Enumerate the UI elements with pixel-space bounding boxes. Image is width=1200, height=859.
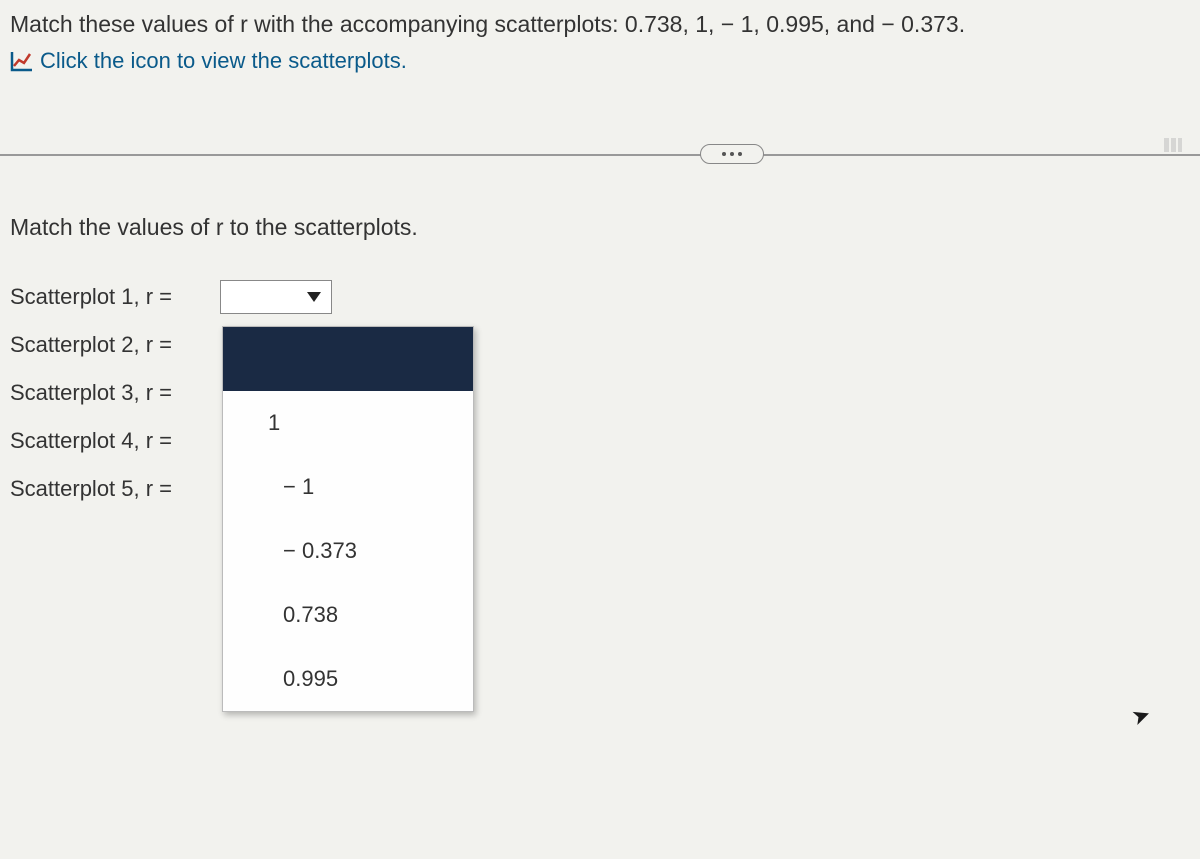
dropdown-option-neg1[interactable]: − 1 [223, 455, 473, 519]
scatterplot-row-5: Scatterplot 5, r = [10, 465, 1200, 513]
expand-pill[interactable] [700, 144, 764, 164]
dropdown-option-0995[interactable]: 0.995 [223, 647, 473, 711]
scatterplot-row-4: Scatterplot 4, r = [10, 417, 1200, 465]
scatterplot-row-1: Scatterplot 1, r = [10, 273, 1200, 321]
dropdown-option-0738[interactable]: 0.738 [223, 583, 473, 647]
dropdown-option-1[interactable]: 1 [223, 391, 473, 455]
scatterplot-icon[interactable] [10, 50, 34, 72]
scatterplot-1-label: Scatterplot 1, r = [10, 284, 220, 310]
dropdown-option-neg0373[interactable]: − 0.373 [223, 519, 473, 583]
scatterplot-5-label: Scatterplot 5, r = [10, 476, 220, 502]
scatterplot-row-3: Scatterplot 3, r = [10, 369, 1200, 417]
scatterplot-3-label: Scatterplot 3, r = [10, 380, 220, 406]
view-scatterplots-link[interactable]: Click the icon to view the scatterplots. [40, 48, 407, 74]
dropdown-option-blank[interactable] [223, 327, 473, 391]
scatterplot-4-label: Scatterplot 4, r = [10, 428, 220, 454]
section-divider [0, 154, 1200, 156]
scatterplot-1-select[interactable] [220, 280, 332, 314]
cursor-icon: ➤ [1128, 701, 1154, 732]
answers-section: Scatterplot 1, r = Scatterplot 2, r = Sc… [10, 273, 1200, 513]
scatterplot-2-label: Scatterplot 2, r = [10, 332, 220, 358]
toolbar-icon[interactable] [1164, 138, 1182, 152]
question-text: Match these values of r with the accompa… [10, 8, 1190, 40]
instruction-text: Match the values of r to the scatterplot… [10, 214, 1200, 241]
r-value-dropdown[interactable]: 1 − 1 − 0.373 0.738 0.995 [222, 326, 474, 712]
scatterplot-row-2: Scatterplot 2, r = [10, 321, 1200, 369]
chevron-down-icon [307, 292, 321, 302]
